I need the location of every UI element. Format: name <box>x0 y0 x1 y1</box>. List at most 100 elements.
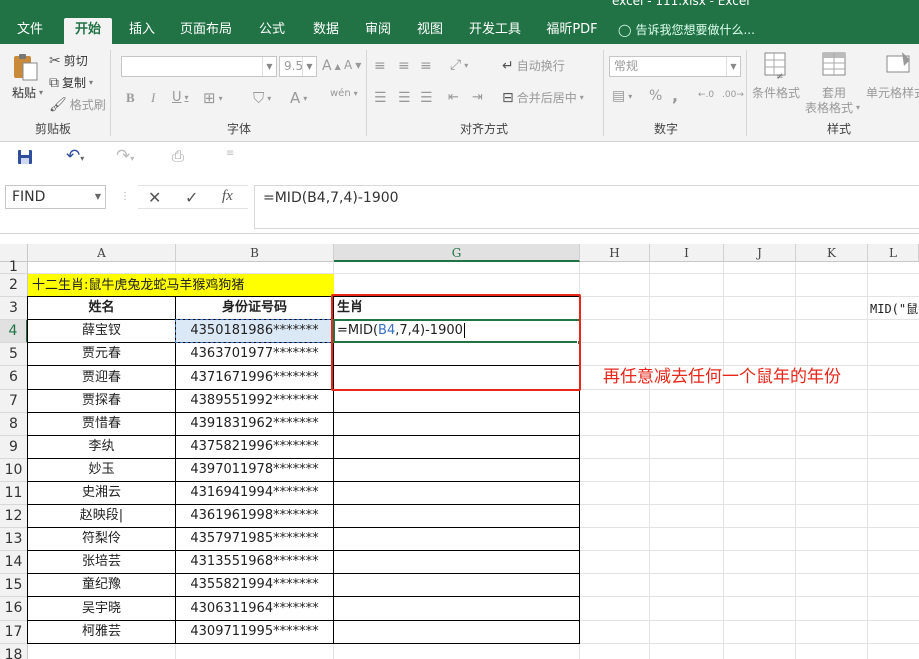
row-header-15[interactable]: 15 <box>0 574 28 597</box>
borders-button[interactable]: ⊞ ▾ <box>203 89 223 107</box>
cell-zodiac[interactable] <box>334 413 580 436</box>
header-id-number[interactable]: 身份证号码 <box>176 297 334 320</box>
column-header-b[interactable]: B <box>176 244 334 262</box>
accounting-format-button[interactable]: ▤ ▾ <box>612 88 632 104</box>
row-header-14[interactable]: 14 <box>0 551 28 574</box>
cell-name[interactable]: 符梨伶 <box>28 528 176 551</box>
align-top-button[interactable]: ≡ <box>374 58 386 74</box>
cell-name[interactable]: 童纪豫 <box>28 574 176 597</box>
cell-id-number[interactable]: 4306311964******* <box>176 597 334 621</box>
cell-name[interactable]: 贾惜春 <box>28 413 176 436</box>
cell-id-number[interactable]: 4391831962******* <box>176 413 334 436</box>
column-header-g[interactable]: G <box>334 244 580 262</box>
column-header-k[interactable]: K <box>796 244 868 262</box>
copy-button[interactable]: ⧉ 复制 ▾ <box>49 74 93 91</box>
cell-name[interactable]: 吴宇晓 <box>28 597 176 621</box>
font-name-combo[interactable]: ▼ <box>121 56 277 77</box>
row-header-11[interactable]: 11 <box>0 482 28 505</box>
align-right-button[interactable]: ☰ <box>420 90 433 106</box>
row-header-6[interactable]: 6 <box>0 366 28 390</box>
tab-view[interactable]: 视图 <box>408 18 452 44</box>
shrink-font-button[interactable]: A ▼ <box>344 58 361 72</box>
cell-name[interactable]: 史湘云 <box>28 482 176 505</box>
tell-me-search[interactable]: ◯ 告诉我您想要做什么... <box>618 18 755 44</box>
align-left-button[interactable]: ☰ <box>374 90 387 106</box>
column-header-a[interactable]: A <box>28 244 176 262</box>
tab-developer[interactable]: 开发工具 <box>462 18 528 44</box>
cell-zodiac[interactable] <box>334 621 580 644</box>
column-header-i[interactable]: I <box>650 244 724 262</box>
cell-id-number[interactable]: 4313551968******* <box>176 551 334 574</box>
cell-name[interactable]: 薛宝钗 <box>28 320 176 343</box>
name-box[interactable]: FIND ▼ <box>5 185 106 209</box>
align-middle-button[interactable]: ≡ <box>398 58 410 74</box>
row-header-10[interactable]: 10 <box>0 459 28 482</box>
cell-name[interactable]: 赵映段| <box>28 505 176 528</box>
paste-button[interactable]: 粘贴 ▾ <box>12 84 43 101</box>
cell-name[interactable]: 贾迎春 <box>28 366 176 390</box>
cell-id-number[interactable]: 4363701977******* <box>176 343 334 366</box>
grow-font-button[interactable]: A ▲ <box>322 58 341 74</box>
tab-formulas[interactable]: 公式 <box>250 18 294 44</box>
column-header-l[interactable]: L <box>868 244 919 262</box>
row-header-16[interactable]: 16 <box>0 597 28 621</box>
align-center-button[interactable]: ☰ <box>398 90 411 106</box>
cell-id-number[interactable]: 4397011978******* <box>176 459 334 482</box>
row-header-18[interactable]: 18 <box>0 644 28 659</box>
banner-cell[interactable]: 十二生肖:鼠牛虎兔龙蛇马羊猴鸡狗猪 <box>28 274 334 297</box>
tab-home[interactable]: 开始 <box>64 18 112 44</box>
redo-button[interactable]: ↷▾ <box>116 146 134 166</box>
decrease-decimal-button[interactable]: .00→ <box>722 90 744 100</box>
print-preview-button[interactable]: ⎙ <box>172 147 184 165</box>
insert-function-icon[interactable]: fx <box>222 188 233 205</box>
cell-id-number[interactable]: 4316941994******* <box>176 482 334 505</box>
format-as-table-button[interactable]: 表格格式 ▾ <box>805 99 860 116</box>
cell-zodiac[interactable] <box>334 574 580 597</box>
wrap-text-button[interactable]: ↵ 自动换行 <box>502 57 565 74</box>
cell-zodiac[interactable] <box>334 505 580 528</box>
cancel-icon[interactable]: ✕ <box>148 188 161 207</box>
cell-zodiac[interactable] <box>334 528 580 551</box>
percent-style-button[interactable]: % <box>649 88 662 104</box>
cell-styles-button[interactable]: 单元格样式 <box>866 84 919 101</box>
row-header-1[interactable]: 1 <box>0 260 28 274</box>
customize-qat-button[interactable]: ≡ <box>226 148 234 159</box>
formula-input[interactable]: =MID(B4,7,4)-1900 <box>254 185 919 229</box>
cell-id-number[interactable]: 4309711995******* <box>176 621 334 644</box>
bold-button[interactable]: B <box>126 90 135 106</box>
tab-file[interactable]: 文件 <box>8 18 52 44</box>
cell-name[interactable]: 贾探春 <box>28 390 176 413</box>
column-header-j[interactable]: J <box>724 244 796 262</box>
increase-decimal-button[interactable]: ←.0 <box>698 90 714 100</box>
decrease-indent-button[interactable]: ⇤ <box>448 90 459 105</box>
row-header-12[interactable]: 12 <box>0 505 28 528</box>
tab-review[interactable]: 审阅 <box>356 18 400 44</box>
cell-zodiac[interactable] <box>334 482 580 505</box>
fill-color-button[interactable]: ⛉ ▾ <box>253 89 271 107</box>
conditional-formatting-button[interactable]: 条件格式 <box>752 84 800 101</box>
cell-zodiac[interactable] <box>334 551 580 574</box>
merge-center-button[interactable]: ⊟ 合并后居中 ▾ <box>502 89 584 106</box>
cell-name[interactable]: 贾元春 <box>28 343 176 366</box>
save-icon[interactable] <box>17 149 33 165</box>
increase-indent-button[interactable]: ⇥ <box>472 90 483 105</box>
number-format-combo[interactable]: 常规 ▼ <box>609 56 741 77</box>
cell-name[interactable]: 张培芸 <box>28 551 176 574</box>
cell-name[interactable]: 李纨 <box>28 436 176 459</box>
tab-data[interactable]: 数据 <box>304 18 348 44</box>
cell-id-number[interactable]: 4389551992******* <box>176 390 334 413</box>
cell-id-number[interactable]: 4375821996******* <box>176 436 334 459</box>
row-header-13[interactable]: 13 <box>0 528 28 551</box>
phonetic-button[interactable]: wén ▾ <box>330 88 358 99</box>
row-header-3[interactable]: 3 <box>0 297 28 320</box>
enter-icon[interactable]: ✓ <box>185 188 198 207</box>
row-header-4[interactable]: 4 <box>0 320 28 343</box>
tab-page-layout[interactable]: 页面布局 <box>174 18 238 44</box>
cell-id-number[interactable]: 4371671996******* <box>176 366 334 390</box>
header-name[interactable]: 姓名 <box>28 297 176 320</box>
cell-id-number[interactable]: 4357971985******* <box>176 528 334 551</box>
cell-name[interactable]: 柯雅芸 <box>28 621 176 644</box>
cell-id-number[interactable]: 4355821994******* <box>176 574 334 597</box>
comma-style-button[interactable]: , <box>672 86 678 105</box>
tab-insert[interactable]: 插入 <box>120 18 164 44</box>
